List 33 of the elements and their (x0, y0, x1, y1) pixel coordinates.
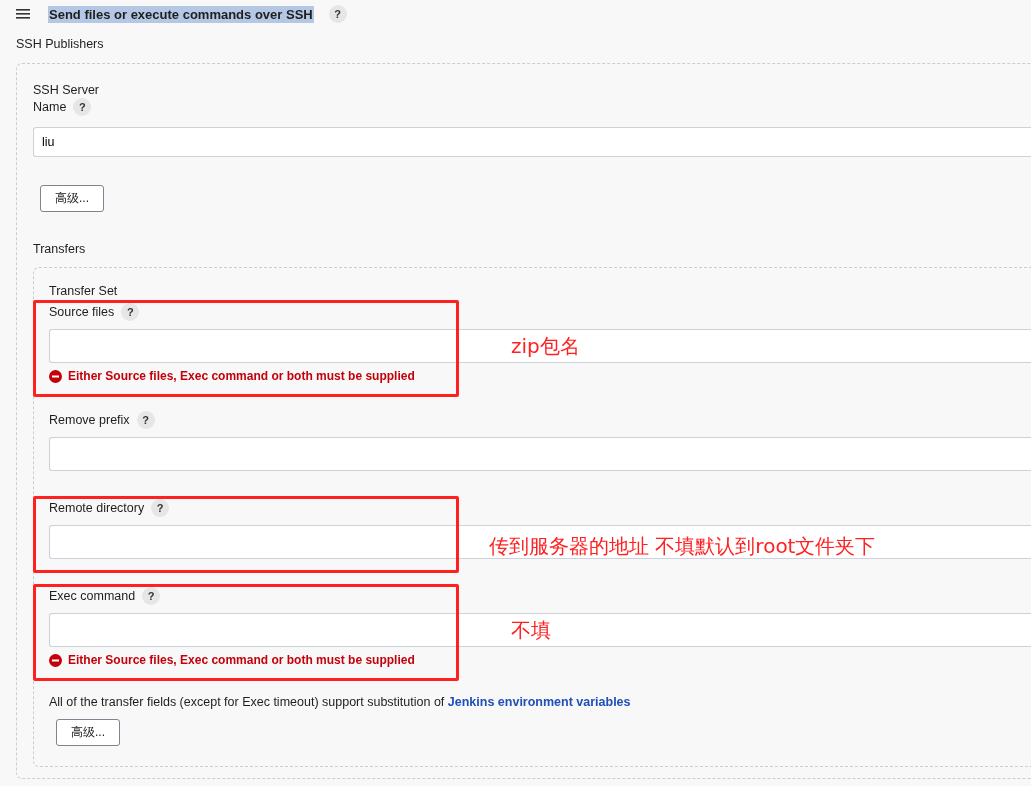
help-button[interactable]: ? (151, 499, 170, 517)
link[interactable]: Jenkins environment variables (447, 695, 631, 709)
error-message: Either Source files, Exec command or both must be supplied (68, 653, 415, 667)
advanced-button[interactable]: 高级... (40, 185, 104, 212)
annotation-text: 不填 (511, 617, 551, 644)
field-label: Exec command (49, 589, 136, 603)
help-button[interactable]: ? (142, 587, 161, 605)
field-label: Remote directory (49, 501, 145, 515)
help-button[interactable]: ? (121, 303, 140, 321)
menu-icon[interactable] (16, 9, 30, 19)
help-button[interactable]: ? (73, 98, 92, 116)
annotation-text: zip包名 (511, 333, 580, 360)
error-icon (49, 653, 62, 667)
help-text: All of the transfer fields (except for Exec timeout) support substitution of Jenkins environment variables (49, 695, 632, 709)
field-label: Name (33, 100, 67, 114)
section-label: SSH Publishers (16, 37, 104, 51)
help-button[interactable]: ? (136, 411, 155, 429)
input-field[interactable]: liu (33, 127, 1031, 157)
advanced-button[interactable]: 高级... (56, 719, 120, 746)
group-label: Transfer Set (49, 285, 119, 297)
input-field[interactable] (49, 525, 1031, 559)
field-label: Remove prefix (49, 413, 130, 427)
section-label: Transfers (33, 242, 86, 256)
input-field[interactable] (49, 613, 1031, 647)
error-icon (49, 369, 62, 383)
field-label: Source files (49, 305, 115, 319)
input-field[interactable] (49, 437, 1031, 471)
annotation-text: 传到服务器的地址 不填默认到root文件夹下 (489, 533, 876, 560)
help-button[interactable]: ? (328, 5, 347, 23)
error-message: Either Source files, Exec command or both must be supplied (68, 369, 415, 383)
group-label: SSH Server (33, 83, 100, 97)
input-field[interactable] (49, 329, 1031, 363)
section-title: Send files or execute commands over SSH (48, 5, 314, 23)
